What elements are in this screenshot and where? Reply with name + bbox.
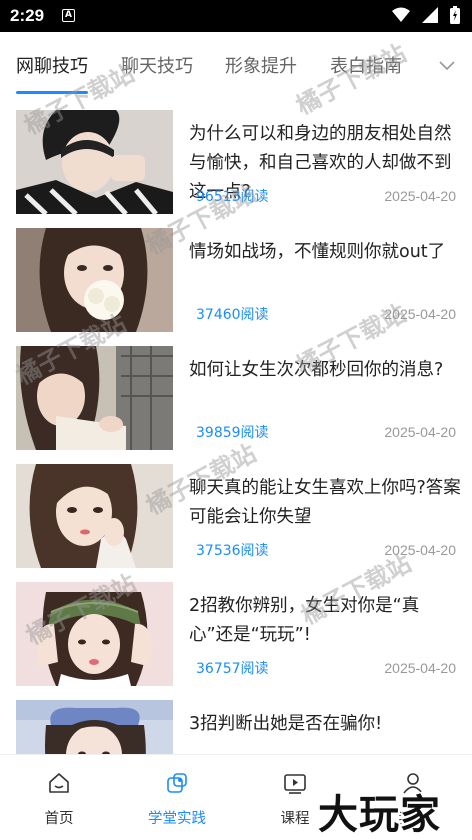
status-time: 2:29: [10, 6, 45, 25]
system-icons: [392, 6, 460, 24]
article-title: 聊天真的能让女生喜欢上你吗?答案可能会让你失望: [189, 478, 461, 527]
wifi-icon: [392, 7, 410, 22]
article-title: 3招判断出她是否在骗你!: [189, 714, 383, 734]
nav-practice-label: 学堂实践: [148, 811, 206, 827]
list-item[interactable]: 如何让女生次次都秒回你的消息? 39859阅读 2025-04-20: [0, 332, 472, 450]
list-item[interactable]: 3招判断出她是否在骗你!: [0, 686, 472, 754]
chevron-down-icon: [439, 61, 455, 71]
tab-confession-guide[interactable]: 表白指南: [330, 52, 402, 78]
article-thumbnail: [16, 228, 173, 332]
article-thumbnail: [16, 582, 173, 686]
signal-icon: [422, 7, 438, 23]
article-read-count: 36757阅读: [196, 661, 269, 677]
brand-watermark: 大玩家: [318, 791, 441, 838]
nav-home-label: 首页: [44, 811, 74, 827]
practice-icon: [167, 773, 187, 793]
play-icon: [284, 774, 306, 794]
article-thumbnail: [16, 700, 173, 754]
article-thumbnail: [16, 346, 173, 450]
battery-icon: [450, 6, 460, 24]
article-date: 2025-04-20: [384, 542, 456, 558]
home-icon: [49, 773, 69, 793]
article-title: 2招教你辨别，女生对你是“真心”还是“玩玩”!: [189, 596, 420, 645]
tabs-expand-button[interactable]: [432, 54, 462, 78]
nav-practice[interactable]: 学堂实践: [118, 755, 236, 840]
list-item[interactable]: 聊天真的能让女生喜欢上你吗?答案可能会让你失望 37536阅读 2025-04-…: [0, 450, 472, 568]
tab-image-improvement[interactable]: 形象提升: [225, 52, 297, 78]
article-date: 2025-04-20: [384, 660, 456, 676]
article-thumbnail: [16, 110, 173, 214]
article-date: 2025-04-20: [384, 306, 456, 322]
tab-chat-tips[interactable]: 聊天技巧: [121, 52, 193, 78]
article-list: 为什么可以和身边的朋友相处自然与愉快，和自己喜欢的人却做不到这一点? 96513…: [0, 96, 472, 754]
list-item[interactable]: 情场如战场，不懂规则你就out了 37460阅读 2025-04-20: [0, 214, 472, 332]
article-read-count: 39859阅读: [196, 425, 269, 441]
tab-online-chat-tips[interactable]: 网聊技巧: [16, 52, 88, 78]
article-thumbnail: [16, 464, 173, 568]
article-title: 情场如战场，不懂规则你就out了: [189, 242, 446, 262]
nav-home[interactable]: 首页: [0, 755, 118, 840]
list-item[interactable]: 2招教你辨别，女生对你是“真心”还是“玩玩”! 36757阅读 2025-04-…: [0, 568, 472, 686]
notification-icon: A: [62, 9, 75, 22]
article-date: 2025-04-20: [384, 424, 456, 440]
article-read-count: 37460阅读: [196, 307, 269, 323]
article-read-count: 96513阅读: [196, 189, 269, 205]
article-title: 如何让女生次次都秒回你的消息?: [189, 360, 444, 380]
active-tab-indicator: [16, 91, 88, 94]
list-item[interactable]: 为什么可以和身边的朋友相处自然与愉快，和自己喜欢的人却做不到这一点? 96513…: [0, 96, 472, 214]
article-read-count: 37536阅读: [196, 543, 269, 559]
category-tab-bar: 网聊技巧 聊天技巧 形象提升 表白指南: [0, 32, 472, 96]
status-bar: 2:29 A: [0, 0, 472, 32]
article-date: 2025-04-20: [384, 188, 456, 204]
